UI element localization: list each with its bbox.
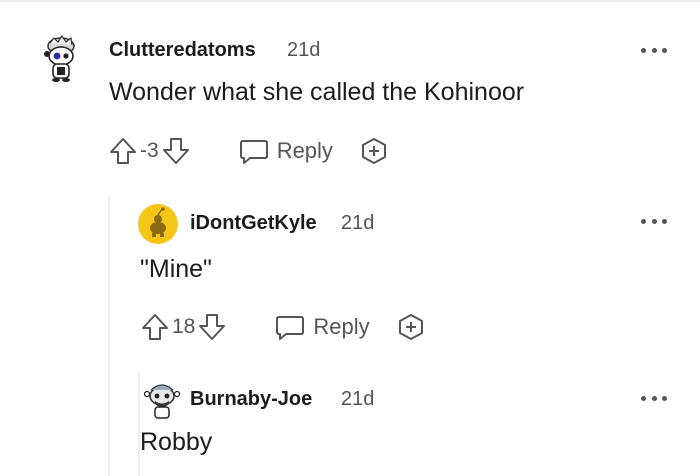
comment-actions: -3 Reply: [108, 134, 389, 168]
award-icon[interactable]: [396, 312, 426, 342]
thread-line: [138, 372, 140, 476]
more-options-icon[interactable]: [641, 214, 667, 228]
snoo-avatar-icon[interactable]: [142, 380, 182, 422]
downvote-icon[interactable]: [197, 312, 227, 342]
comment-body: "Mine": [140, 255, 212, 283]
reply-button[interactable]: Reply: [275, 313, 370, 341]
comment-username[interactable]: Clutteredatoms: [109, 39, 256, 62]
comment-username[interactable]: iDontGetKyle: [190, 212, 317, 235]
reply-label: Reply: [313, 314, 370, 339]
thread-line: [108, 196, 110, 476]
comment-username[interactable]: Burnaby-Joe: [190, 388, 312, 411]
vote-score: -3: [140, 139, 159, 162]
comment-body: Wonder what she called the Kohinoor: [109, 78, 525, 106]
top-divider: [0, 0, 700, 2]
comment-timestamp[interactable]: 21d: [341, 388, 374, 411]
award-icon[interactable]: [359, 136, 389, 166]
comment-timestamp[interactable]: 21d: [287, 39, 320, 62]
more-options-icon[interactable]: [641, 43, 667, 57]
comment-bubble-icon: [239, 140, 268, 164]
upvote-icon[interactable]: [108, 136, 138, 166]
more-options-icon[interactable]: [641, 391, 667, 405]
downvote-icon[interactable]: [161, 136, 191, 166]
vote-score: 18: [172, 315, 196, 338]
comment-body: Robby: [140, 428, 213, 456]
comment-bubble-icon: [276, 316, 305, 340]
reply-button[interactable]: Reply: [239, 137, 333, 165]
comment-actions: 18 Reply: [140, 310, 426, 344]
upvote-icon[interactable]: [140, 312, 170, 342]
snoo-yellow-avatar-icon[interactable]: [138, 204, 178, 244]
snoo-avatar-icon[interactable]: [38, 34, 84, 82]
reply-label: Reply: [276, 138, 333, 163]
comment-timestamp[interactable]: 21d: [341, 212, 374, 235]
